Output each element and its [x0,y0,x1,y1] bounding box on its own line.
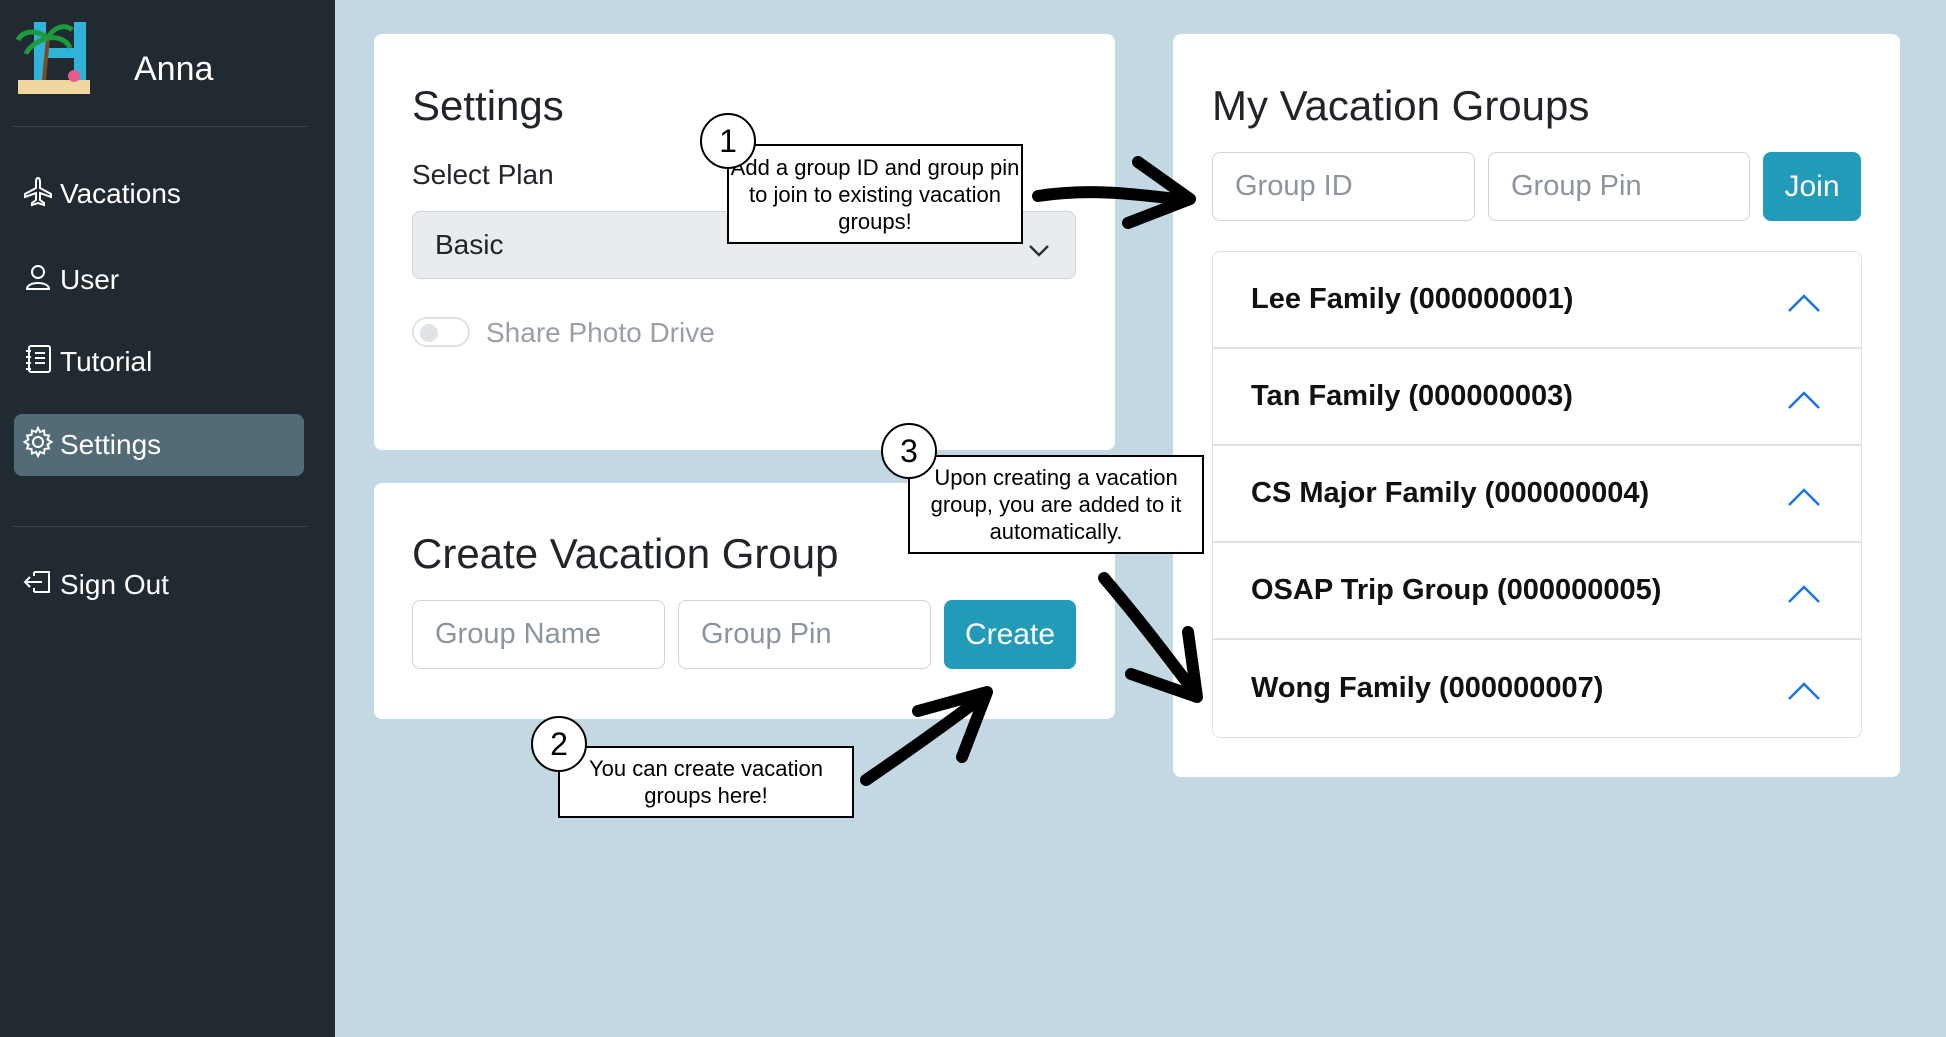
group-item-wong-family[interactable]: Wong Family (000000007) [1213,640,1861,737]
annotation-1-number: 1 [700,113,756,169]
annotation-3-note: Upon creating a vacation group, you are … [908,455,1204,554]
join-group-pin-input[interactable]: Group Pin [1488,152,1750,221]
group-item-label: CS Major Family (000000004) [1251,477,1650,509]
create-button[interactable]: Create [944,600,1076,669]
group-item-label: Wong Family (000000007) [1251,672,1604,704]
group-item-tan-family[interactable]: Tan Family (000000003) [1213,349,1861,446]
group-item-label: Tan Family (000000003) [1251,380,1573,412]
sidebar-item-label: Settings [60,429,162,460]
group-item-lee-family[interactable]: Lee Family (000000001) [1213,252,1861,349]
sidebar-item-label: Vacations [60,178,181,209]
my-groups-title: My Vacation Groups [1212,82,1590,129]
group-id-input[interactable]: Group ID [1212,152,1475,221]
user-name: Anna [134,50,214,88]
sidebar-item-user[interactable]: User [14,249,304,311]
logo [14,18,92,98]
settings-title: Settings [412,82,564,129]
chevron-up-icon [1787,288,1821,321]
group-item-osap-trip-group[interactable]: OSAP Trip Group (000000005) [1213,543,1861,640]
annotation-2-number: 2 [531,716,587,772]
group-item-label: OSAP Trip Group (000000005) [1251,574,1662,606]
share-photo-drive-label: Share Photo Drive [486,317,715,348]
airplane-icon [22,175,60,214]
annotation-1-note: Add a group ID and group pin to join to … [727,144,1023,244]
toggle-knob [420,324,438,342]
sidebar-divider [12,526,307,527]
brand: Anna [14,18,213,98]
join-button[interactable]: Join [1763,152,1861,221]
create-group-title: Create Vacation Group [412,530,839,577]
chevron-up-icon [1787,385,1821,418]
person-icon [22,261,60,300]
sidebar-divider [12,126,307,127]
sidebar-item-settings[interactable]: Settings [14,414,304,476]
sidebar: Anna Vacations User Tutorial Settings Si… [0,0,335,1037]
annotation-3-number: 3 [881,423,937,479]
sign-out-button[interactable]: Sign Out [14,554,304,616]
sidebar-item-label: User [60,264,120,295]
sidebar-item-tutorial[interactable]: Tutorial [14,331,304,393]
group-item-label: Lee Family (000000001) [1251,283,1574,315]
journal-icon [22,343,60,382]
sidebar-item-vacations[interactable]: Vacations [14,163,304,225]
create-group-pin-input[interactable]: Group Pin [678,600,931,669]
chevron-down-icon [1027,234,1051,266]
chevron-up-icon [1787,676,1821,709]
group-name-input[interactable]: Group Name [412,600,665,669]
sidebar-item-label: Tutorial [60,346,153,377]
chevron-up-icon [1787,579,1821,612]
gear-icon [22,425,60,465]
sign-out-icon [22,566,60,605]
chevron-up-icon [1787,482,1821,515]
sidebar-item-label: Sign Out [60,569,169,600]
selected-plan: Basic [435,229,504,260]
share-photo-drive-toggle[interactable] [412,317,470,347]
vacation-groups-list: Lee Family (000000001) Tan Family (00000… [1212,251,1862,738]
select-plan-label: Select Plan [412,159,554,190]
annotation-2-note: You can create vacation groups here! [558,746,854,818]
group-item-cs-major-family[interactable]: CS Major Family (000000004) [1213,446,1861,543]
